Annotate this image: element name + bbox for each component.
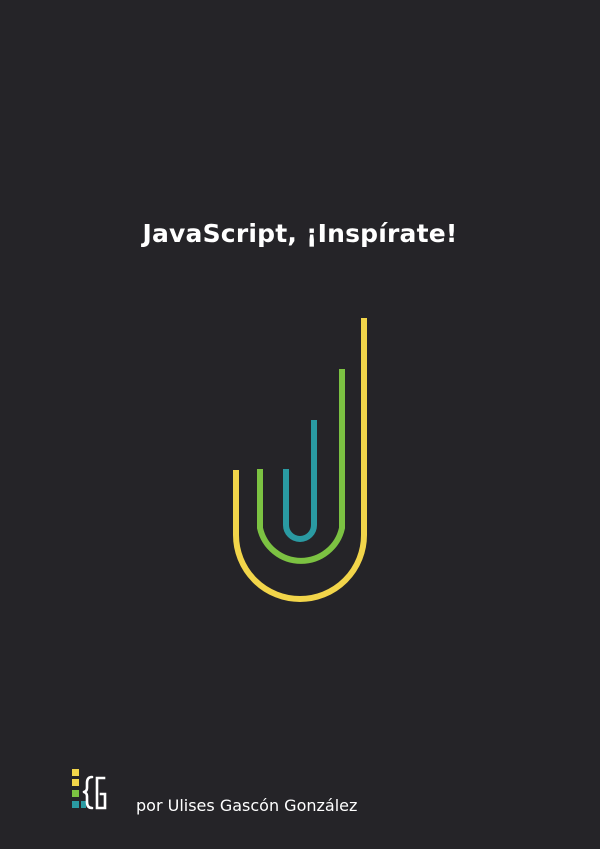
book-title: JavaScript, ¡Inspírate! bbox=[142, 219, 458, 248]
footer: por Ulises Gascón González bbox=[70, 766, 357, 816]
bracket-blocks-logo-icon bbox=[72, 769, 107, 810]
book-cover: JavaScript, ¡Inspírate! por Ulises Gascó… bbox=[0, 0, 600, 849]
nested-j-arcs-icon bbox=[233, 318, 367, 602]
middle-arc bbox=[257, 369, 345, 564]
author-name: por Ulises Gascón González bbox=[136, 795, 358, 815]
inner-arc bbox=[283, 420, 317, 542]
